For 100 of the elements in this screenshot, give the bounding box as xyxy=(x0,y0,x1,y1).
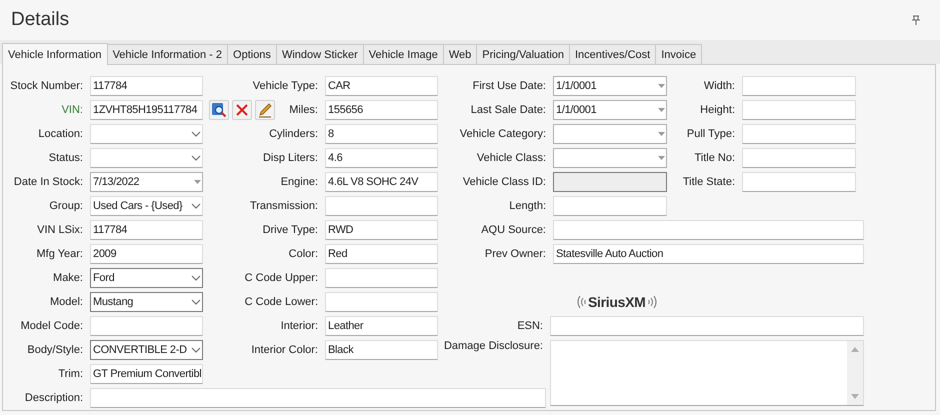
magnifier-icon xyxy=(211,102,227,118)
text-field[interactable] xyxy=(325,196,438,216)
text-field[interactable]: CAR xyxy=(325,76,438,96)
text-field[interactable]: 155656 xyxy=(325,100,438,120)
text-field[interactable] xyxy=(742,124,856,144)
caret-down-icon[interactable] xyxy=(658,156,665,160)
text-area[interactable] xyxy=(550,340,864,406)
field-label: Pull Type: xyxy=(686,128,735,140)
text-field[interactable] xyxy=(742,76,856,96)
field-label: Color: xyxy=(288,248,318,260)
field-label: Transmission: xyxy=(250,200,318,212)
caret-down-icon[interactable] xyxy=(194,180,201,184)
pencil-icon xyxy=(257,102,273,118)
field-label: Vehicle Class ID: xyxy=(462,176,546,188)
read-only-field[interactable] xyxy=(553,172,667,192)
text-field[interactable] xyxy=(550,316,864,336)
text-field[interactable]: RWD xyxy=(325,220,438,240)
dropdown[interactable]: Used Cars - {Used} xyxy=(90,196,203,216)
text-field[interactable] xyxy=(553,220,864,240)
text-field[interactable]: 1ZVHT85H195117784 xyxy=(90,100,203,120)
field-label: Height: xyxy=(700,104,735,116)
field-label: Damage Disclosure: xyxy=(444,340,543,352)
field-label: Body/Style: xyxy=(27,344,83,356)
field-label: Stock Number: xyxy=(10,80,83,92)
edit-button[interactable] xyxy=(255,100,275,120)
text-field[interactable]: 2009 xyxy=(90,244,203,264)
text-field[interactable] xyxy=(325,292,438,312)
chevron-down-icon[interactable] xyxy=(191,275,201,281)
text-field[interactable]: Statesville Auto Auction xyxy=(553,244,864,264)
field-label: VIN: xyxy=(62,104,83,116)
text-field[interactable]: 4.6 xyxy=(325,148,438,168)
close-icon xyxy=(235,103,249,117)
text-field[interactable]: Leather xyxy=(325,316,438,336)
search-button[interactable] xyxy=(209,100,229,120)
chevron-down-icon[interactable] xyxy=(191,299,201,305)
text-field[interactable] xyxy=(742,172,856,192)
pin-icon[interactable] xyxy=(912,15,920,25)
field-label: Title State: xyxy=(682,176,735,188)
text-field[interactable]: 117784 xyxy=(90,220,203,240)
chevron-down-icon[interactable] xyxy=(191,203,201,209)
combo-box[interactable]: 7/13/2022 xyxy=(90,172,203,192)
scroll-down-icon[interactable] xyxy=(851,394,859,399)
field-label: Date In Stock: xyxy=(14,176,83,188)
text-field[interactable]: 117784 xyxy=(90,76,203,96)
field-label: Group: xyxy=(49,200,83,212)
field-label: Vehicle Category: xyxy=(460,128,546,140)
field-label: Interior Color: xyxy=(251,344,318,356)
caret-down-icon[interactable] xyxy=(658,132,665,136)
field-label: Description: xyxy=(24,392,83,404)
field-label: Cylinders: xyxy=(269,128,318,140)
tab[interactable]: Vehicle Information xyxy=(2,43,108,65)
chevron-down-icon[interactable] xyxy=(191,131,201,137)
panel-title: Details xyxy=(11,9,70,31)
text-field[interactable] xyxy=(553,196,667,216)
clear-button[interactable] xyxy=(232,100,252,120)
field-label: Drive Type: xyxy=(262,224,318,236)
combo-box[interactable]: 1/1/0001 xyxy=(553,100,667,120)
field-label: Engine: xyxy=(280,176,318,188)
field-label: Width: xyxy=(704,80,735,92)
field-label: Trim: xyxy=(58,368,83,380)
field-label: Status: xyxy=(48,152,83,164)
dropdown[interactable] xyxy=(90,124,203,144)
field-label: Make: xyxy=(53,272,83,284)
field-label: Model: xyxy=(50,296,83,308)
text-field[interactable] xyxy=(325,268,438,288)
text-field[interactable] xyxy=(90,388,546,408)
field-label: Prev Owner: xyxy=(484,248,546,260)
combo-box[interactable] xyxy=(553,124,667,144)
text-field[interactable] xyxy=(742,100,856,120)
dropdown[interactable]: Ford xyxy=(90,268,203,288)
field-label: Interior: xyxy=(280,320,318,332)
caret-down-icon[interactable] xyxy=(658,108,665,112)
text-field[interactable]: 8 xyxy=(325,124,438,144)
caret-down-icon[interactable] xyxy=(658,84,665,88)
dropdown[interactable]: Mustang xyxy=(90,292,203,312)
text-field[interactable]: GT Premium Convertibl xyxy=(90,364,203,384)
field-label: C Code Lower: xyxy=(244,296,318,308)
field-label: Title No: xyxy=(694,152,735,164)
scrollbar[interactable] xyxy=(847,341,863,405)
chevron-down-icon[interactable] xyxy=(191,347,201,353)
field-label: AQU Source: xyxy=(481,224,546,236)
text-field[interactable] xyxy=(742,148,856,168)
field-label: Length: xyxy=(509,200,546,212)
text-field[interactable] xyxy=(90,316,203,336)
field-label: Vehicle Class: xyxy=(476,152,546,164)
text-field[interactable]: Red xyxy=(325,244,438,264)
text-field[interactable]: Black xyxy=(325,340,438,360)
field-label: Mfg Year: xyxy=(36,248,83,260)
field-label: Model Code: xyxy=(20,320,83,332)
dropdown[interactable] xyxy=(90,148,203,168)
field-label: First Use Date: xyxy=(472,80,546,92)
dropdown[interactable]: CONVERTIBLE 2-D xyxy=(90,340,203,360)
chevron-down-icon[interactable] xyxy=(191,155,201,161)
field-label: Last Sale Date: xyxy=(470,104,546,116)
combo-box[interactable] xyxy=(553,148,667,168)
text-field[interactable]: 4.6L V8 SOHC 24V xyxy=(325,172,438,192)
scroll-up-icon[interactable] xyxy=(851,347,859,352)
field-label: C Code Upper: xyxy=(244,272,318,284)
tab[interactable]: Invoice xyxy=(655,44,702,64)
combo-box[interactable]: 1/1/0001 xyxy=(553,76,667,96)
